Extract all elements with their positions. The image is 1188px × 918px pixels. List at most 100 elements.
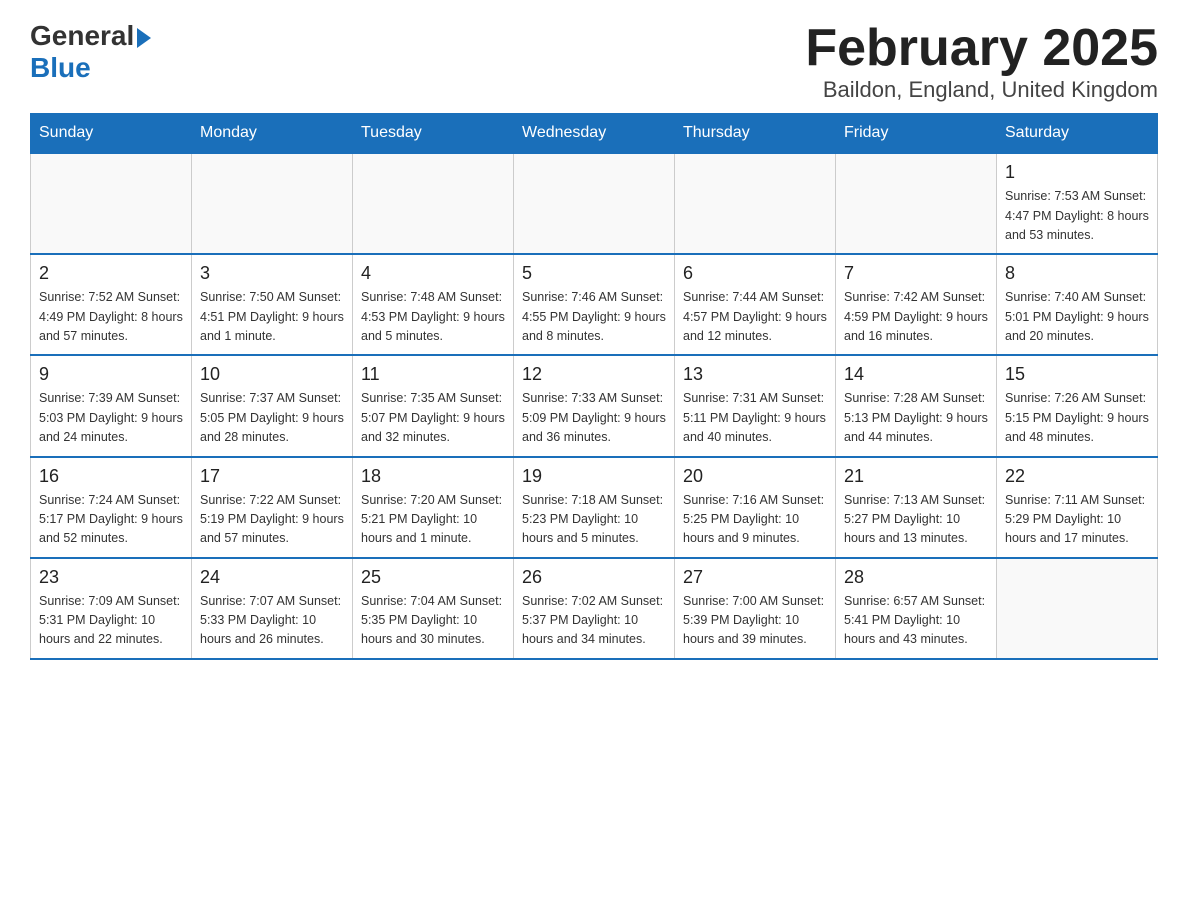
day-info: Sunrise: 7:44 AM Sunset: 4:57 PM Dayligh… [683, 288, 827, 346]
day-info: Sunrise: 7:50 AM Sunset: 4:51 PM Dayligh… [200, 288, 344, 346]
calendar-cell [836, 153, 997, 254]
calendar-cell [31, 153, 192, 254]
logo-general-text: General [30, 20, 134, 52]
day-number: 6 [683, 263, 827, 284]
calendar-cell: 27Sunrise: 7:00 AM Sunset: 5:39 PM Dayli… [675, 558, 836, 659]
calendar-cell: 8Sunrise: 7:40 AM Sunset: 5:01 PM Daylig… [997, 254, 1158, 355]
day-info: Sunrise: 6:57 AM Sunset: 5:41 PM Dayligh… [844, 592, 988, 650]
day-info: Sunrise: 7:33 AM Sunset: 5:09 PM Dayligh… [522, 389, 666, 447]
calendar-cell: 11 Sunrise: 7:35 AM Sunset: 5:07 PM Dayli… [353, 355, 514, 456]
calendar-cell [192, 153, 353, 254]
calendar-cell: 7 Sunrise: 7:42 AM Sunset: 4:59 PM Daylig… [836, 254, 997, 355]
day-number: 2 [39, 263, 183, 284]
day-number: 16 [39, 466, 183, 487]
calendar-cell: 1 Sunrise: 7:53 AM Sunset: 4:47 PM Daylig… [997, 153, 1158, 254]
day-number: 22 [1005, 466, 1149, 487]
day-info: Sunrise: 7:46 AM Sunset: 4:55 PM Dayligh… [522, 288, 666, 346]
day-info: Sunrise: 7:09 AM Sunset: 5:31 PM Dayligh… [39, 592, 183, 650]
day-number: 26 [522, 567, 666, 588]
calendar-day-header: Wednesday [514, 114, 675, 154]
calendar-cell: 14 Sunrise: 7:28 AM Sunset: 5:13 PM Dayli… [836, 355, 997, 456]
day-number: 23 [39, 567, 183, 588]
day-number: 3 [200, 263, 344, 284]
calendar-week-row: 16 Sunrise: 7:24 AM Sunset: 5:17 PM Dayli… [31, 457, 1158, 558]
calendar-day-header: Tuesday [353, 114, 514, 154]
day-number: 1 [1005, 162, 1149, 183]
day-info: Sunrise: 7:16 AM Sunset: 5:25 PM Dayligh… [683, 491, 827, 549]
calendar-cell: 25 Sunrise: 7:04 AM Sunset: 5:35 PM Dayli… [353, 558, 514, 659]
calendar-cell: 17 Sunrise: 7:22 AM Sunset: 5:19 PM Dayli… [192, 457, 353, 558]
day-info: Sunrise: 7:24 AM Sunset: 5:17 PM Dayligh… [39, 491, 183, 549]
calendar-cell: 4 Sunrise: 7:48 AM Sunset: 4:53 PM Daylig… [353, 254, 514, 355]
logo: General Blue [30, 20, 151, 84]
calendar-cell: 13 Sunrise: 7:31 AM Sunset: 5:11 PM Dayli… [675, 355, 836, 456]
day-number: 9 [39, 364, 183, 385]
day-info: Sunrise: 7:40 AM Sunset: 5:01 PM Dayligh… [1005, 288, 1149, 346]
calendar-header-row: SundayMondayTuesdayWednesdayThursdayFrid… [31, 114, 1158, 154]
day-info: Sunrise: 7:35 AM Sunset: 5:07 PM Dayligh… [361, 389, 505, 447]
day-number: 25 [361, 567, 505, 588]
day-number: 20 [683, 466, 827, 487]
calendar-cell: 21 Sunrise: 7:13 AM Sunset: 5:27 PM Dayli… [836, 457, 997, 558]
calendar-cell: 26Sunrise: 7:02 AM Sunset: 5:37 PM Dayli… [514, 558, 675, 659]
calendar-day-header: Thursday [675, 114, 836, 154]
logo-blue-text: Blue [30, 52, 91, 84]
day-number: 10 [200, 364, 344, 385]
calendar-cell: 5Sunrise: 7:46 AM Sunset: 4:55 PM Daylig… [514, 254, 675, 355]
day-info: Sunrise: 7:22 AM Sunset: 5:19 PM Dayligh… [200, 491, 344, 549]
day-info: Sunrise: 7:28 AM Sunset: 5:13 PM Dayligh… [844, 389, 988, 447]
day-number: 18 [361, 466, 505, 487]
day-number: 28 [844, 567, 988, 588]
page-header: General Blue February 2025 Baildon, Engl… [30, 20, 1158, 103]
day-number: 11 [361, 364, 505, 385]
calendar-cell: 18 Sunrise: 7:20 AM Sunset: 5:21 PM Dayli… [353, 457, 514, 558]
day-number: 17 [200, 466, 344, 487]
day-info: Sunrise: 7:07 AM Sunset: 5:33 PM Dayligh… [200, 592, 344, 650]
calendar-day-header: Saturday [997, 114, 1158, 154]
day-number: 19 [522, 466, 666, 487]
location: Baildon, England, United Kingdom [805, 77, 1158, 103]
calendar-cell [997, 558, 1158, 659]
calendar-day-header: Sunday [31, 114, 192, 154]
calendar-cell: 24 Sunrise: 7:07 AM Sunset: 5:33 PM Dayli… [192, 558, 353, 659]
day-info: Sunrise: 7:48 AM Sunset: 4:53 PM Dayligh… [361, 288, 505, 346]
calendar-week-row: 9Sunrise: 7:39 AM Sunset: 5:03 PM Daylig… [31, 355, 1158, 456]
calendar-cell: 28 Sunrise: 6:57 AM Sunset: 5:41 PM Dayli… [836, 558, 997, 659]
day-info: Sunrise: 7:00 AM Sunset: 5:39 PM Dayligh… [683, 592, 827, 650]
day-info: Sunrise: 7:18 AM Sunset: 5:23 PM Dayligh… [522, 491, 666, 549]
calendar-cell: 20 Sunrise: 7:16 AM Sunset: 5:25 PM Dayli… [675, 457, 836, 558]
calendar-cell: 6 Sunrise: 7:44 AM Sunset: 4:57 PM Daylig… [675, 254, 836, 355]
calendar-cell [675, 153, 836, 254]
day-number: 7 [844, 263, 988, 284]
day-number: 21 [844, 466, 988, 487]
calendar-cell: 9Sunrise: 7:39 AM Sunset: 5:03 PM Daylig… [31, 355, 192, 456]
calendar-cell: 22 Sunrise: 7:11 AM Sunset: 5:29 PM Dayli… [997, 457, 1158, 558]
day-number: 14 [844, 364, 988, 385]
day-info: Sunrise: 7:42 AM Sunset: 4:59 PM Dayligh… [844, 288, 988, 346]
day-number: 24 [200, 567, 344, 588]
logo-text: General [30, 20, 151, 52]
day-info: Sunrise: 7:11 AM Sunset: 5:29 PM Dayligh… [1005, 491, 1149, 549]
day-info: Sunrise: 7:53 AM Sunset: 4:47 PM Dayligh… [1005, 187, 1149, 245]
day-info: Sunrise: 7:52 AM Sunset: 4:49 PM Dayligh… [39, 288, 183, 346]
title-section: February 2025 Baildon, England, United K… [805, 20, 1158, 103]
day-info: Sunrise: 7:20 AM Sunset: 5:21 PM Dayligh… [361, 491, 505, 549]
calendar-table: SundayMondayTuesdayWednesdayThursdayFrid… [30, 113, 1158, 660]
day-number: 15 [1005, 364, 1149, 385]
calendar-cell: 19 Sunrise: 7:18 AM Sunset: 5:23 PM Dayli… [514, 457, 675, 558]
day-number: 12 [522, 364, 666, 385]
day-info: Sunrise: 7:04 AM Sunset: 5:35 PM Dayligh… [361, 592, 505, 650]
calendar-cell: 15 Sunrise: 7:26 AM Sunset: 5:15 PM Dayli… [997, 355, 1158, 456]
calendar-cell: 3 Sunrise: 7:50 AM Sunset: 4:51 PM Daylig… [192, 254, 353, 355]
calendar-cell: 23 Sunrise: 7:09 AM Sunset: 5:31 PM Dayli… [31, 558, 192, 659]
day-info: Sunrise: 7:26 AM Sunset: 5:15 PM Dayligh… [1005, 389, 1149, 447]
calendar-cell: 12 Sunrise: 7:33 AM Sunset: 5:09 PM Dayli… [514, 355, 675, 456]
day-info: Sunrise: 7:31 AM Sunset: 5:11 PM Dayligh… [683, 389, 827, 447]
calendar-cell: 10Sunrise: 7:37 AM Sunset: 5:05 PM Dayli… [192, 355, 353, 456]
calendar-cell [514, 153, 675, 254]
day-number: 4 [361, 263, 505, 284]
calendar-week-row: 23 Sunrise: 7:09 AM Sunset: 5:31 PM Dayli… [31, 558, 1158, 659]
day-number: 13 [683, 364, 827, 385]
calendar-cell: 2 Sunrise: 7:52 AM Sunset: 4:49 PM Daylig… [31, 254, 192, 355]
day-info: Sunrise: 7:13 AM Sunset: 5:27 PM Dayligh… [844, 491, 988, 549]
